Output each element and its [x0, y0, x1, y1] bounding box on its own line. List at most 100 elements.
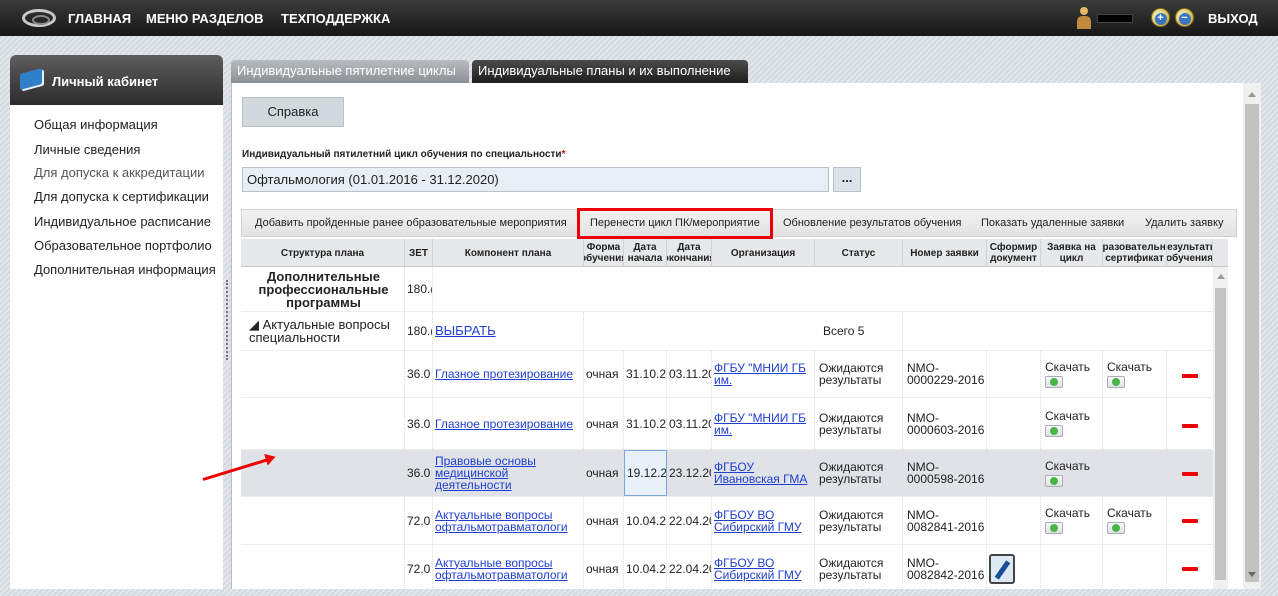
tab-five-year-cycles[interactable]: Индивидуальные пятилетние циклы [231, 60, 469, 83]
table-row[interactable]: 72.0 Актуальные вопросы офтальмотравмато… [241, 497, 1213, 545]
plus-icon[interactable] [1107, 522, 1125, 534]
row-end: 22.04.20 [667, 497, 712, 544]
col-component[interactable]: Компонент плана [433, 239, 584, 267]
row-org-link[interactable]: ФГБОУ ВО Сибирский ГМУ [712, 497, 815, 544]
sidebar-title: Личный кабинет [52, 74, 159, 89]
remove-icon[interactable] [1182, 424, 1198, 428]
row-number: NMO-0000229-2016 [903, 351, 987, 397]
table-row-selected[interactable]: 36.0 Правовые основы медицинской деятель… [241, 450, 1213, 497]
row-org-link[interactable]: ФГБУ "МНИИ ГБ им. [712, 398, 815, 449]
table-row[interactable]: 36.0 Глазное протезирование очная 31.10.… [241, 351, 1213, 398]
row-cert [1103, 450, 1167, 496]
row-number: NMO-0000598-2016 [903, 450, 987, 496]
table-row-group[interactable]: Дополнительные профессиональные программ… [241, 267, 1213, 312]
update-results-button[interactable]: Обновление результатов обучения [783, 217, 961, 229]
col-cert[interactable]: Образовательный сертификат [1103, 239, 1167, 267]
table-scroll-up-icon[interactable] [1217, 274, 1225, 279]
row-component-link[interactable]: Актуальные вопросы офтальмотравматологи [433, 545, 584, 589]
col-status[interactable]: Статус [815, 239, 903, 267]
row-form: очная [584, 497, 624, 544]
col-zet[interactable]: ЗЕТ [405, 239, 433, 267]
row-status: Ожидаются результаты [815, 450, 903, 496]
row-structure [241, 545, 405, 589]
row-number: NMO-0082842-2016 [903, 545, 987, 589]
app-logo-icon[interactable] [22, 9, 56, 27]
row-component-link[interactable]: Правовые основы медицинской деятельности [433, 450, 584, 496]
col-results[interactable]: Результаты обучения [1167, 239, 1213, 267]
exit-button[interactable]: ВЫХОД [1208, 11, 1258, 26]
col-structure[interactable]: Структура плана [241, 239, 405, 267]
row-cert [1103, 398, 1167, 449]
row-doc [987, 497, 1041, 544]
nav-home[interactable]: ГЛАВНАЯ [68, 11, 131, 26]
row-component-link[interactable]: Глазное протезирование [433, 351, 584, 397]
sidebar-item-accreditation[interactable]: Для допуска к аккредитации [34, 165, 205, 180]
col-doc[interactable]: Сформир документ [987, 239, 1041, 267]
zoom-out-icon[interactable]: − [1175, 8, 1194, 27]
scroll-down-icon[interactable] [1248, 572, 1256, 577]
row-component-link[interactable]: Глазное протезирование [433, 398, 584, 449]
delete-request-button[interactable]: Удалить заявку [1145, 217, 1223, 229]
remove-icon[interactable] [1182, 472, 1198, 476]
plus-icon[interactable] [1107, 375, 1125, 388]
user-name-redacted [1097, 14, 1133, 23]
scroll-up-icon[interactable] [1248, 92, 1256, 97]
plus-icon[interactable] [1045, 474, 1063, 487]
nav-support[interactable]: ТЕХПОДДЕРЖКА [281, 11, 390, 26]
row-request [1041, 545, 1103, 589]
sidebar-item-schedule[interactable]: Индивидуальное расписание [34, 214, 211, 229]
row-start[interactable]: 19.12.20 [624, 450, 667, 496]
sidebar-item-general[interactable]: Общая информация [34, 117, 158, 132]
row-org-link[interactable]: ФГБОУ ВО Сибирский ГМУ [712, 545, 815, 589]
sidebar-item-additional[interactable]: Дополнительная информация [34, 262, 216, 277]
col-end[interactable]: Дата окончания [667, 239, 712, 267]
col-org[interactable]: Организация [712, 239, 815, 267]
download-request-link[interactable]: Скачать [1045, 507, 1090, 519]
sidebar-header: Личный кабинет [10, 55, 223, 105]
col-form[interactable]: Форма обучения [584, 239, 624, 267]
table-scrollbar-thumb[interactable] [1215, 288, 1226, 580]
nav-sections[interactable]: МЕНЮ РАЗДЕЛОВ [146, 11, 264, 26]
remove-icon[interactable] [1182, 567, 1198, 571]
plus-icon[interactable] [1045, 425, 1063, 437]
download-cert-link[interactable]: Скачать [1107, 507, 1152, 519]
remove-icon[interactable] [1182, 374, 1198, 378]
col-request[interactable]: Заявка на цикл [1041, 239, 1103, 267]
subgroup-title[interactable]: ◢ Актуальные вопросы специальности [241, 312, 405, 350]
sidebar-item-certification[interactable]: Для допуска к сертификации [34, 189, 209, 204]
download-request-link[interactable]: Скачать [1045, 410, 1090, 422]
download-cert-link[interactable]: Скачать [1107, 361, 1152, 373]
main-scrollbar-thumb[interactable] [1245, 104, 1259, 582]
choose-link[interactable]: ВЫБРАТЬ [433, 312, 584, 350]
row-request: Скачать [1041, 497, 1103, 544]
row-component-link[interactable]: Актуальные вопросы офтальмотравматологи [433, 497, 584, 544]
document-sign-icon[interactable] [989, 553, 1015, 584]
plus-icon[interactable] [1045, 522, 1063, 534]
col-start[interactable]: Дата начала [624, 239, 667, 267]
download-request-link[interactable]: Скачать [1045, 361, 1090, 373]
table-row[interactable]: 72.0 Актуальные вопросы офтальмотравмато… [241, 545, 1213, 589]
help-button[interactable]: Справка [242, 97, 344, 127]
table-row[interactable]: 36.0 Глазное протезирование очная 31.10.… [241, 398, 1213, 450]
table-row-subgroup[interactable]: ◢ Актуальные вопросы специальности 180.(… [241, 312, 1213, 351]
download-request-link[interactable]: Скачать [1045, 460, 1090, 472]
row-status: Ожидаются результаты [815, 398, 903, 449]
show-deleted-button[interactable]: Показать удаленные заявки [981, 217, 1124, 229]
cycle-picker-button[interactable]: ... [833, 167, 861, 192]
row-zet: 72.0 [405, 497, 433, 544]
row-form: очная [584, 450, 624, 496]
remove-icon[interactable] [1182, 519, 1198, 523]
zoom-in-icon[interactable]: + [1151, 8, 1170, 27]
row-cert: Скачать [1103, 351, 1167, 397]
tab-individual-plans[interactable]: Индивидуальные планы и их выполнение [472, 60, 748, 83]
sidebar-item-personal[interactable]: Личные сведения [34, 142, 140, 157]
row-cert: Скачать [1103, 497, 1167, 544]
add-past-events-button[interactable]: Добавить пройденные ранее образовательны… [255, 217, 567, 229]
col-number[interactable]: Номер заявки [903, 239, 987, 267]
row-org-link[interactable]: ФГБОУ Ивановская ГМА [712, 450, 815, 496]
plus-icon[interactable] [1045, 375, 1063, 388]
sidebar-item-portfolio[interactable]: Образовательное портфолио [34, 238, 212, 253]
panel-splitter[interactable] [226, 280, 229, 360]
cycle-select[interactable]: Офтальмология (01.01.2016 - 31.12.2020) [242, 167, 829, 192]
row-org-link[interactable]: ФГБУ "МНИИ ГБ им. [712, 351, 815, 397]
